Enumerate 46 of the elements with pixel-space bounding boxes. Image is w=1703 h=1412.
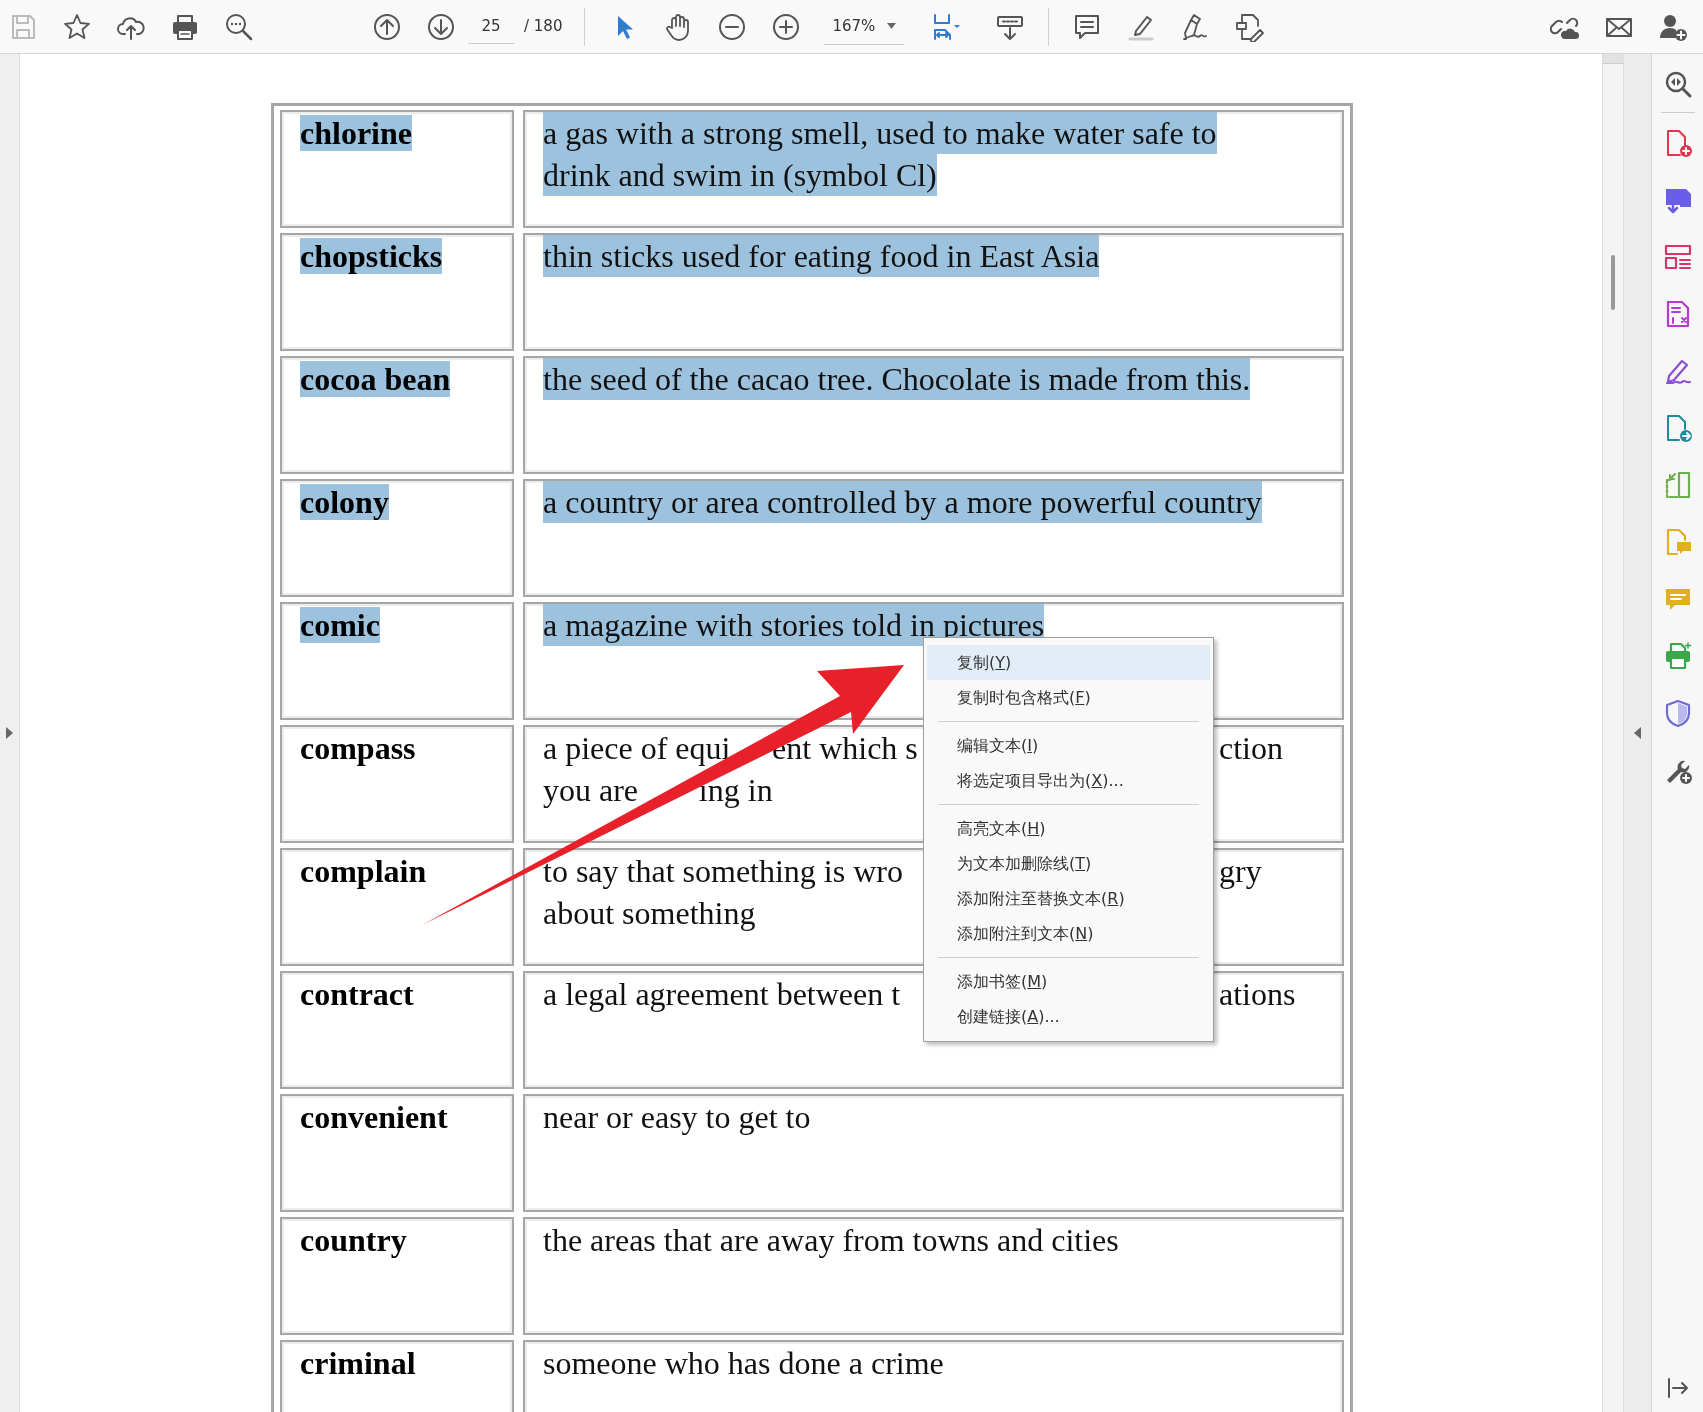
term-text: complain <box>300 853 427 889</box>
term-text: colony <box>300 484 389 520</box>
term-text: chlorine <box>300 115 412 151</box>
expand-left-icon[interactable] <box>6 727 13 739</box>
definition-text: someone who has done a crime <box>543 1344 944 1383</box>
definition-text: to say that something is wro <box>543 852 903 891</box>
term-text: country <box>300 1222 407 1258</box>
zoom-field[interactable]: 167% <box>824 8 905 45</box>
term-text: chopsticks <box>300 238 443 274</box>
definition-text: near or easy to get to <box>543 1098 811 1137</box>
term-text: compass <box>300 730 416 766</box>
menu-item[interactable]: 为文本加删除线(T) <box>927 846 1210 881</box>
caret-icon <box>887 23 897 29</box>
page-count: / 180 <box>524 16 563 38</box>
definition-text: ations <box>1219 975 1296 1014</box>
menu-item[interactable]: 复制(Y) <box>927 645 1210 680</box>
menu-item[interactable]: 添加书签(M) <box>927 964 1210 999</box>
definition-text: a magazine with stories told in pictures <box>543 604 1045 646</box>
definition-text: a country or area controlled by a more powerful country <box>543 481 1262 523</box>
definition-text: drink and swim in (symbol Cl) <box>543 154 937 196</box>
menu-item[interactable]: 编辑文本(I) <box>927 728 1210 763</box>
definition-text: about something <box>543 894 756 933</box>
term-text: criminal <box>300 1345 416 1381</box>
definition-text: a legal agreement between t <box>543 975 901 1014</box>
definition-text: ction <box>1219 729 1283 768</box>
definition-text: the seed of the cacao tree. Chocolate is made from this. <box>543 358 1251 400</box>
definition-text: a gas with a strong smell, used to make water safe to <box>543 112 1217 154</box>
term-text: contract <box>300 976 414 1012</box>
term-text: convenient <box>300 1099 448 1135</box>
menu-item[interactable]: 添加附注到文本(N) <box>927 916 1210 951</box>
menu-item[interactable]: 添加附注至替换文本(R) <box>927 881 1210 916</box>
term-text: cocoa bean <box>300 361 451 397</box>
menu-item[interactable]: 高亮文本(H) <box>927 811 1210 846</box>
term-text: comic <box>300 607 380 643</box>
menu-item[interactable]: 创建链接(A)... <box>927 999 1210 1034</box>
definition-text: ing in <box>698 771 773 810</box>
definition-text: a piece of equi <box>543 729 731 768</box>
definition-text: you are <box>543 771 639 810</box>
menu-item[interactable]: 将选定项目导出为(X)... <box>927 763 1210 798</box>
page-number-field[interactable]: 25 <box>468 9 514 44</box>
scrollbar[interactable] <box>1602 54 1624 1412</box>
definition-text: thin sticks used for eating food in East Asia <box>543 235 1100 277</box>
menu-item[interactable]: 复制时包含格式(F) <box>927 680 1210 715</box>
definition-text: the areas that are away from towns and cities <box>543 1221 1119 1260</box>
definition-text: gry <box>1219 852 1262 891</box>
collapse-panel-icon[interactable] <box>1634 727 1641 739</box>
